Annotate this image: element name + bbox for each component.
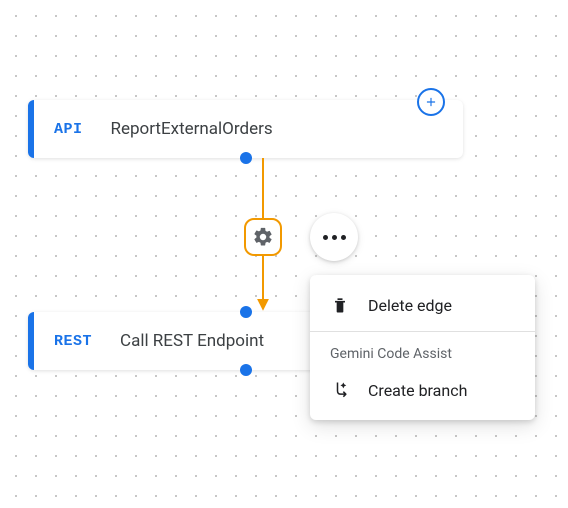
node-type-tag: REST [54, 333, 92, 350]
menu-divider [310, 331, 535, 332]
node-output-port[interactable] [240, 364, 252, 376]
sparkle-branch-icon [330, 380, 350, 400]
node-title: ReportExternalOrders [111, 119, 273, 139]
edge-context-menu: Delete edge Gemini Code Assist Create br… [310, 275, 535, 420]
trash-icon [330, 295, 350, 315]
node-output-port[interactable] [240, 152, 252, 164]
menu-item-delete-edge[interactable]: Delete edge [310, 283, 535, 327]
node-type-tag: API [54, 121, 83, 138]
menu-item-label: Create branch [368, 381, 467, 400]
node-api-trigger[interactable]: API ReportExternalOrders [28, 100, 463, 158]
node-accent [28, 100, 34, 158]
more-icon [332, 235, 337, 240]
flow-canvas[interactable]: API ReportExternalOrders REST Call REST … [0, 0, 568, 508]
more-icon [323, 235, 328, 240]
menu-item-create-branch[interactable]: Create branch [310, 368, 535, 412]
plus-icon [424, 95, 438, 109]
add-node-button[interactable] [417, 88, 445, 116]
node-title: Call REST Endpoint [120, 331, 264, 351]
gear-icon [252, 226, 274, 248]
edge-settings-button[interactable] [244, 218, 282, 256]
node-accent [28, 312, 34, 370]
menu-item-label: Delete edge [368, 296, 452, 315]
menu-section-label: Gemini Code Assist [310, 336, 535, 368]
more-icon [341, 235, 346, 240]
edge-more-button[interactable] [310, 213, 358, 261]
node-input-port[interactable] [240, 306, 252, 318]
